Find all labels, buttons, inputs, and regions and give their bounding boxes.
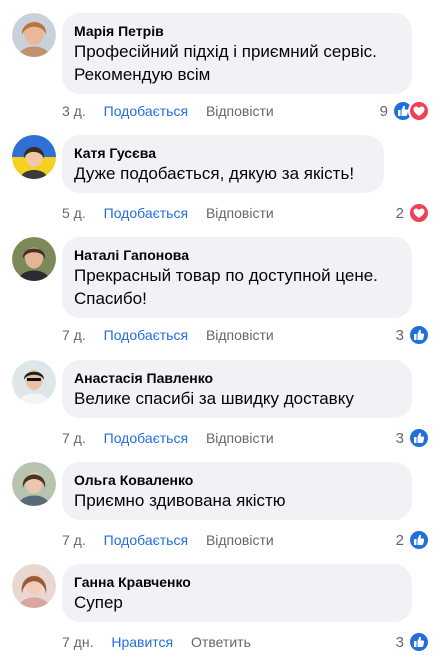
like-icon: [408, 631, 430, 653]
comment-author[interactable]: Ольга Коваленко: [74, 471, 400, 489]
reaction-summary[interactable]: 2: [396, 202, 430, 224]
avatar[interactable]: [12, 135, 56, 179]
reply-button[interactable]: Відповісти: [206, 100, 274, 122]
reaction-summary[interactable]: 9: [380, 100, 430, 122]
comment-actions: 7 дн. Нравится Ответить: [62, 631, 251, 653]
like-button[interactable]: Подобається: [104, 529, 188, 551]
comment-time[interactable]: 7 дн.: [62, 631, 93, 653]
comment-text: Прекрасный товар по доступной цене. Спас…: [74, 266, 378, 308]
reaction-summary[interactable]: 3: [396, 631, 430, 653]
reaction-count: 2: [395, 531, 404, 549]
comment-bubble: Ганна Кравченко Супер: [62, 564, 412, 622]
like-button[interactable]: Подобається: [104, 324, 188, 346]
reply-button[interactable]: Відповісти: [206, 427, 274, 449]
comment-bubble: Марія Петрів Професійний підхід і приємн…: [62, 13, 412, 94]
like-button[interactable]: Подобається: [104, 202, 188, 224]
reply-button[interactable]: Відповісти: [206, 324, 274, 346]
reaction-count: 2: [395, 204, 404, 222]
like-button[interactable]: Нравится: [111, 631, 173, 653]
comment-text: Дуже подобається, дякую за якість!: [74, 164, 355, 183]
reply-button[interactable]: Ответить: [191, 631, 251, 653]
reply-button[interactable]: Відповісти: [206, 529, 274, 551]
like-icon: [408, 529, 430, 551]
comment-bubble: Ольга Коваленко Приємно здивована якістю: [62, 462, 412, 520]
comment-author[interactable]: Катя Гусєва: [74, 144, 372, 162]
avatar[interactable]: [12, 564, 56, 608]
heart-icon: [408, 202, 430, 224]
reaction-count: 9: [379, 102, 388, 120]
comment-actions: 5 д. Подобається Відповісти: [62, 202, 274, 224]
comment-actions: 7 д. Подобається Відповісти: [62, 529, 274, 551]
comment-author[interactable]: Марія Петрів: [74, 22, 400, 40]
like-button[interactable]: Подобається: [104, 427, 188, 449]
comment-text: Професійний підхід і приємний сервіс. Ре…: [74, 42, 377, 84]
reaction-summary[interactable]: 3: [396, 324, 430, 346]
reaction-count: 3: [395, 429, 404, 447]
like-icon: [408, 427, 430, 449]
comment-time[interactable]: 7 д.: [62, 324, 86, 346]
reaction-summary[interactable]: 2: [396, 529, 430, 551]
comment-actions: 7 д. Подобається Відповісти: [62, 324, 274, 346]
comment-time[interactable]: 7 д.: [62, 427, 86, 449]
avatar[interactable]: [12, 237, 56, 281]
comment-time[interactable]: 7 д.: [62, 529, 86, 551]
comment-bubble: Анастасія Павленко Велике спасибі за шви…: [62, 360, 412, 418]
comment-time[interactable]: 5 д.: [62, 202, 86, 224]
comment-author[interactable]: Ганна Кравченко: [74, 573, 400, 591]
comment-actions: 7 д. Подобається Відповісти: [62, 427, 274, 449]
reply-button[interactable]: Відповісти: [206, 202, 274, 224]
avatar[interactable]: [12, 462, 56, 506]
comment-bubble: Наталі Гапонова Прекрасный товар по дост…: [62, 237, 412, 318]
comment-bubble: Катя Гусєва Дуже подобається, дякую за я…: [62, 135, 384, 193]
reaction-summary[interactable]: 3: [396, 427, 430, 449]
comment-time[interactable]: 3 д.: [62, 100, 86, 122]
reaction-count: 3: [395, 326, 404, 344]
comment-text: Велике спасибі за швидку доставку: [74, 389, 354, 408]
comment-author[interactable]: Анастасія Павленко: [74, 369, 400, 387]
avatar[interactable]: [12, 13, 56, 57]
comment-author[interactable]: Наталі Гапонова: [74, 246, 400, 264]
like-button[interactable]: Подобається: [104, 100, 188, 122]
comment-text: Супер: [74, 593, 123, 612]
avatar[interactable]: [12, 360, 56, 404]
reaction-count: 3: [395, 633, 404, 651]
like-icon: [408, 324, 430, 346]
comment-text: Приємно здивована якістю: [74, 491, 286, 510]
heart-icon: [408, 100, 430, 122]
comment-actions: 3 д. Подобається Відповісти: [62, 100, 274, 122]
